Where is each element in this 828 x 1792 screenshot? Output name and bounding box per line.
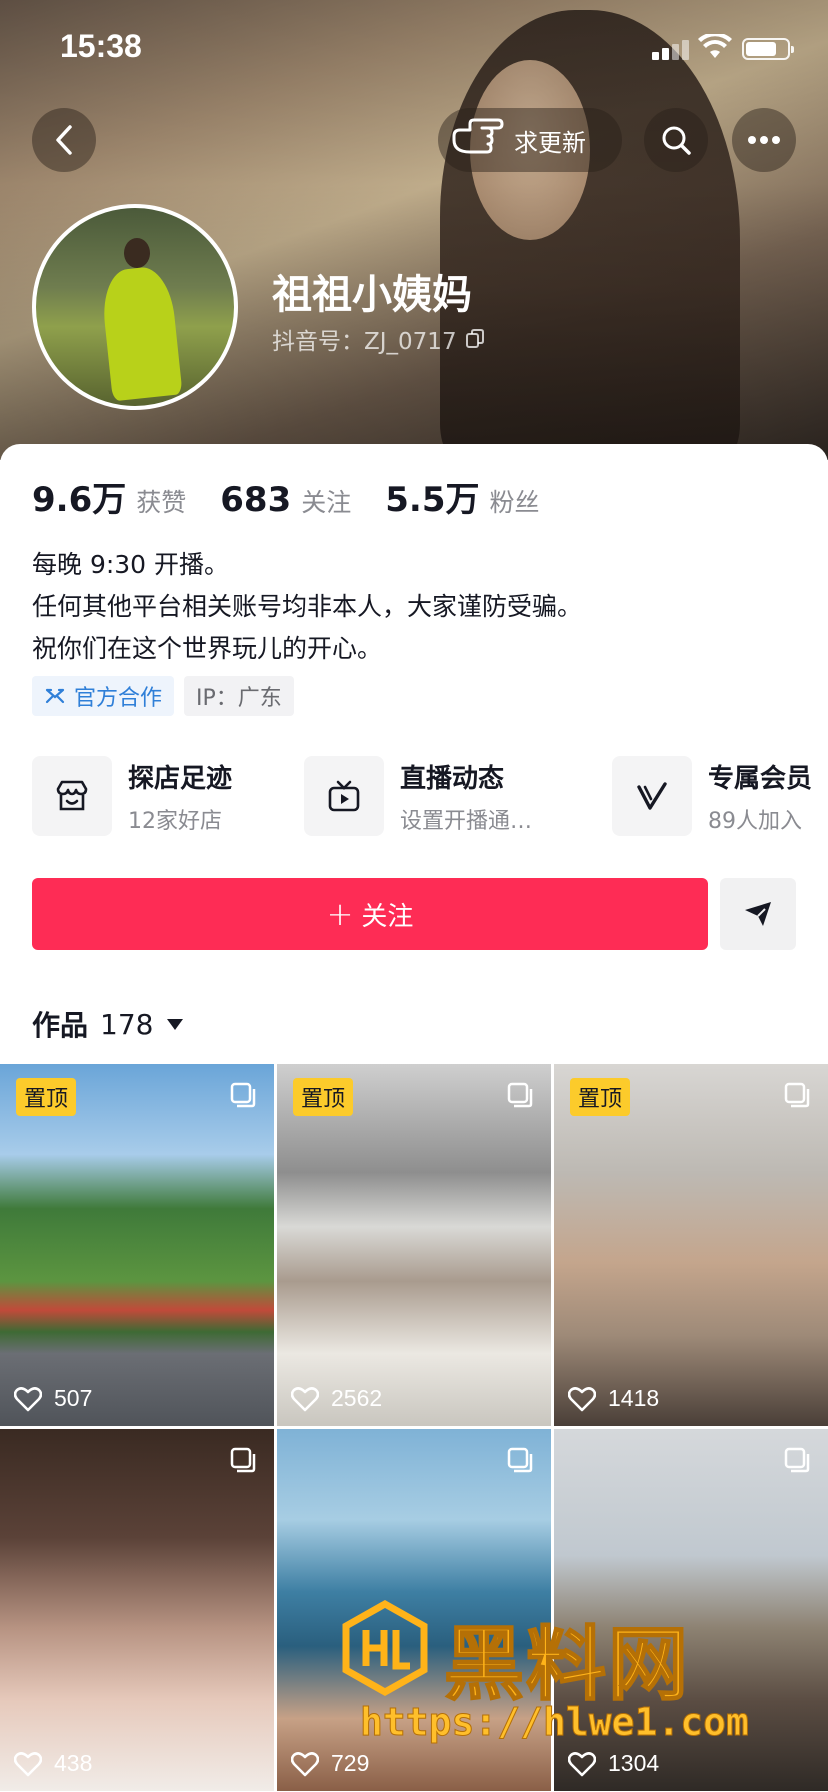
signal-icon bbox=[652, 40, 692, 60]
works-label: 作品 bbox=[32, 1009, 89, 1042]
caret-down-icon bbox=[167, 1018, 184, 1030]
pointing-hand-icon bbox=[452, 118, 504, 154]
bio: 每晚 9:30 开播。 任何其他平台相关账号均非本人，大家谨防受骗。 祝你们在这… bbox=[32, 544, 582, 670]
ip-location-tag: IP：广东 bbox=[184, 676, 294, 716]
pinned-badge: 置顶 bbox=[293, 1078, 354, 1116]
video-thumbnail[interactable]: 置顶 2562 bbox=[277, 1064, 551, 1426]
pinned-badge: 置顶 bbox=[16, 1078, 77, 1116]
feature-exclusive-membership[interactable]: 专属会员 89人加入 bbox=[612, 756, 812, 836]
stats-row: 9.6万 获赞 683 关注 5.5万 粉丝 bbox=[32, 472, 574, 521]
stat-likes-value: 9.6万 bbox=[32, 480, 127, 520]
request-update-label: 求更新 bbox=[514, 128, 586, 157]
multi-image-icon bbox=[784, 1082, 810, 1108]
multi-image-icon bbox=[507, 1447, 533, 1473]
follow-label: 关注 bbox=[361, 901, 414, 932]
follow-button[interactable]: + 关注 bbox=[32, 878, 708, 950]
heart-icon bbox=[14, 1386, 42, 1411]
official-cooperation-tag[interactable]: 官方合作 bbox=[32, 676, 175, 716]
store-icon bbox=[56, 780, 88, 811]
share-button[interactable] bbox=[720, 878, 796, 950]
like-count: 2562 bbox=[291, 1385, 382, 1412]
watermark-brand: 黑料网 bbox=[443, 1617, 690, 1712]
multi-image-icon bbox=[230, 1447, 256, 1473]
stat-following-label: 关注 bbox=[301, 488, 352, 517]
video-thumbnail[interactable]: 置顶 507 bbox=[0, 1064, 274, 1426]
plus-icon: + bbox=[326, 895, 354, 933]
official-cooperation-label: 官方合作 bbox=[74, 686, 163, 711]
bio-line: 任何其他平台相关账号均非本人，大家谨防受骗。 bbox=[32, 592, 583, 621]
like-count-value: 438 bbox=[54, 1750, 93, 1776]
profile-header-background: 15:38 求更新 祖祖小姨妈 抖音号：ZJ_0717 bbox=[0, 0, 828, 460]
douyin-id: 抖音号：ZJ_0717 bbox=[272, 322, 485, 356]
multi-image-icon bbox=[784, 1447, 810, 1473]
ip-location-label: IP：广东 bbox=[196, 686, 282, 711]
nickname: 祖祖小姨妈 bbox=[272, 272, 472, 318]
request-update-button[interactable]: 求更新 bbox=[438, 108, 622, 172]
works-tab[interactable]: 作品 178 bbox=[32, 1004, 184, 1044]
stat-followers-value: 5.5万 bbox=[385, 480, 480, 520]
stat-followers[interactable]: 5.5万 粉丝 bbox=[385, 472, 539, 521]
search-icon bbox=[662, 126, 691, 155]
vip-icon bbox=[637, 782, 667, 810]
battery-level bbox=[746, 42, 776, 56]
official-cooperation-icon bbox=[45, 688, 65, 704]
more-dots-icon bbox=[748, 136, 780, 144]
watermark: 黑料网 https://hlwe1.com bbox=[340, 1600, 800, 1792]
feature-store-title: 探店足迹 bbox=[128, 763, 233, 794]
like-count-value: 2562 bbox=[331, 1385, 383, 1411]
heart-icon bbox=[291, 1386, 319, 1411]
watermark-url: https://hlwe1.com bbox=[360, 1700, 750, 1745]
avatar[interactable] bbox=[32, 204, 238, 410]
stat-following[interactable]: 683 关注 bbox=[220, 480, 351, 520]
feature-vip-sub: 89人加入 bbox=[708, 808, 802, 834]
feature-store-sub: 12家好店 bbox=[128, 808, 222, 834]
feature-live-sub: 设置开播通… bbox=[400, 808, 533, 834]
back-button[interactable] bbox=[32, 108, 96, 172]
like-count: 1418 bbox=[568, 1385, 659, 1412]
bio-line: 祝你们在这个世界玩儿的开心。 bbox=[32, 634, 383, 663]
tags-row: 官方合作 IP：广东 bbox=[32, 676, 304, 716]
wifi-icon bbox=[698, 34, 732, 58]
status-bar: 15:38 bbox=[0, 0, 828, 96]
stat-followers-label: 粉丝 bbox=[489, 488, 540, 517]
search-button[interactable] bbox=[644, 108, 708, 172]
bio-line: 每晚 9:30 开播。 bbox=[32, 550, 230, 579]
like-count: 438 bbox=[14, 1750, 92, 1777]
heart-icon bbox=[291, 1751, 319, 1776]
chevron-left-icon bbox=[56, 125, 72, 155]
battery-icon bbox=[742, 38, 794, 60]
multi-image-icon bbox=[507, 1082, 533, 1108]
like-count: 507 bbox=[14, 1385, 92, 1412]
multi-image-icon bbox=[230, 1082, 256, 1108]
feature-shortcuts: 探店足迹 12家好店 直播动态 设置开播通… 专属会员 89人加入 bbox=[0, 756, 828, 846]
heart-icon bbox=[14, 1751, 42, 1776]
more-button[interactable] bbox=[732, 108, 796, 172]
pinned-badge: 置顶 bbox=[570, 1078, 631, 1116]
watermark-logo bbox=[342, 1600, 428, 1696]
video-thumbnail[interactable]: 438 bbox=[0, 1429, 274, 1791]
send-arrow-icon bbox=[745, 902, 771, 926]
stat-following-value: 683 bbox=[220, 480, 292, 520]
douyin-id-text: 抖音号：ZJ_0717 bbox=[272, 329, 457, 355]
feature-vip-title: 专属会员 bbox=[708, 763, 813, 794]
feature-store-visits[interactable]: 探店足迹 12家好店 bbox=[32, 756, 232, 836]
stat-likes-label: 获赞 bbox=[136, 488, 187, 517]
copy-icon[interactable] bbox=[465, 329, 485, 349]
like-count-value: 507 bbox=[54, 1385, 93, 1411]
tv-icon bbox=[328, 780, 360, 812]
like-count-value: 1418 bbox=[608, 1385, 660, 1411]
feature-live-updates[interactable]: 直播动态 设置开播通… bbox=[304, 756, 532, 836]
stat-likes: 9.6万 获赞 bbox=[32, 472, 186, 521]
status-time: 15:38 bbox=[60, 28, 142, 64]
works-count: 178 bbox=[100, 1007, 154, 1041]
feature-live-title: 直播动态 bbox=[400, 763, 505, 794]
video-thumbnail[interactable]: 置顶 1418 bbox=[554, 1064, 828, 1426]
heart-icon bbox=[568, 1386, 596, 1411]
